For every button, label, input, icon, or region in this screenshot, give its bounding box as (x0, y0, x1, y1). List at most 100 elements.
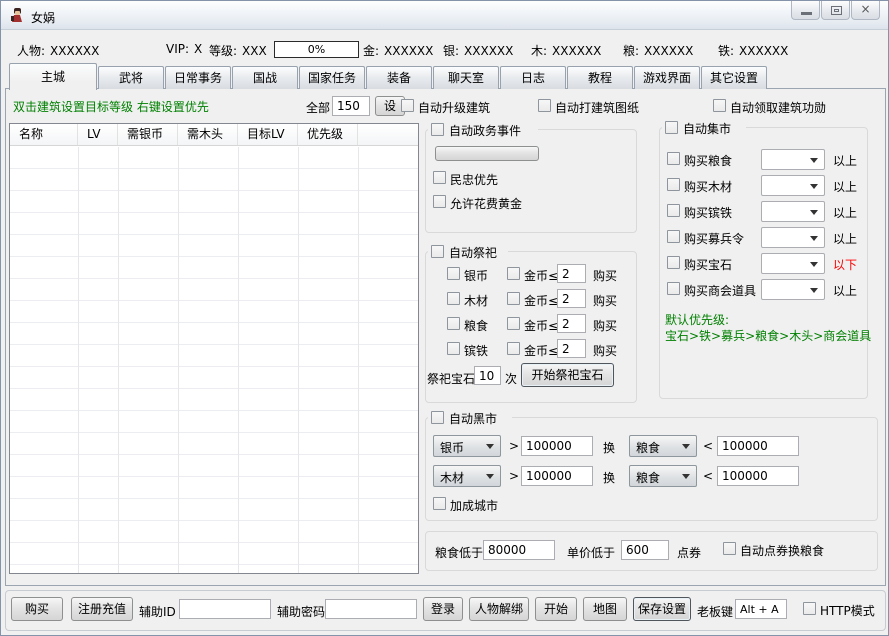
gov-events-label[interactable]: 自动政务事件 (449, 122, 521, 139)
give-resource-dropdown[interactable]: 木材 (433, 465, 501, 487)
buy-wood-price-dropdown[interactable] (761, 175, 825, 196)
tab-game-view[interactable]: 游戏界面 (634, 66, 700, 89)
col-target-lv[interactable]: 目标LV (238, 124, 298, 145)
auto-blueprint-checkbox[interactable] (538, 99, 551, 112)
col-need-wood[interactable]: 需木头 (178, 124, 238, 145)
sacrifice-wood-checkbox[interactable] (447, 292, 460, 305)
buy-food-checkbox[interactable] (667, 152, 680, 165)
auto-merit-label[interactable]: 自动领取建筑功勋 (730, 99, 826, 116)
col-lv[interactable]: LV (78, 124, 118, 145)
sacrifice-label[interactable]: 自动祭祀 (449, 244, 497, 261)
sacrifice-food-checkbox[interactable] (447, 317, 460, 330)
buy-wood-checkbox[interactable] (667, 178, 680, 191)
auto-market-checkbox[interactable] (665, 121, 678, 134)
tab-generals[interactable]: 武将 (98, 66, 164, 89)
buy-guild-item-price-dropdown[interactable] (761, 279, 825, 300)
tab-national-quests[interactable]: 国家任务 (299, 66, 365, 89)
tab-chat-room[interactable]: 聊天室 (433, 66, 499, 89)
sacrifice-iron-checkbox[interactable] (447, 342, 460, 355)
sacrifice-cond-checkbox[interactable] (507, 267, 520, 280)
aid-id-input[interactable] (179, 599, 271, 619)
buy-iron-checkbox[interactable] (667, 204, 680, 217)
tab-log[interactable]: 日志 (500, 66, 566, 89)
give-threshold-input[interactable] (521, 466, 593, 486)
tab-tutorial[interactable]: 教程 (567, 66, 633, 89)
black-market-checkbox[interactable] (431, 411, 444, 424)
give-threshold-input[interactable] (521, 436, 593, 456)
gov-event-button[interactable] (435, 146, 539, 161)
buy-gem-checkbox[interactable] (667, 256, 680, 269)
aid-password-input[interactable] (325, 599, 417, 619)
auto-merit-checkbox[interactable] (713, 99, 726, 112)
save-settings-button[interactable]: 保存设置 (633, 597, 691, 621)
col-priority[interactable]: 优先级 (298, 124, 358, 145)
auto-upgrade-checkbox[interactable] (401, 99, 414, 112)
start-button[interactable]: 开始 (535, 597, 577, 621)
sacrifice-res-label[interactable]: 银币 (464, 267, 488, 284)
buy-iron-price-dropdown[interactable] (761, 201, 825, 222)
allow-gold-label[interactable]: 允许花费黄金 (450, 195, 522, 212)
tab-national-war[interactable]: 国战 (232, 66, 298, 89)
auto-coupon-food-checkbox[interactable] (723, 542, 736, 555)
tab-other-settings[interactable]: 其它设置 (701, 66, 767, 89)
boss-key-input[interactable] (735, 599, 787, 619)
receive-threshold-input[interactable] (717, 466, 799, 486)
buy-guild-item-checkbox[interactable] (667, 282, 680, 295)
sacrifice-price-input[interactable] (557, 289, 586, 308)
target-level-input[interactable] (332, 96, 370, 116)
bonus-city-checkbox[interactable] (433, 497, 446, 510)
buy-food-label[interactable]: 购买粮食 (684, 152, 732, 169)
buy-button[interactable]: 购买 (11, 597, 63, 621)
black-market-label[interactable]: 自动黑市 (449, 410, 497, 427)
title-bar[interactable]: 女娲 × (1, 1, 888, 30)
auto-coupon-food-label[interactable]: 自动点券换粮食 (740, 542, 824, 559)
buy-recruit-checkbox[interactable] (667, 230, 680, 243)
buy-iron-label[interactable]: 购买镔铁 (684, 204, 732, 221)
col-name[interactable]: 名称 (10, 124, 78, 145)
sacrifice-cond-checkbox[interactable] (507, 342, 520, 355)
receive-threshold-input[interactable] (717, 436, 799, 456)
start-gem-sacrifice-button[interactable]: 开始祭祀宝石 (521, 363, 614, 387)
unbind-character-button[interactable]: 人物解绑 (469, 597, 529, 621)
register-recharge-button[interactable]: 注册充值 (71, 597, 133, 621)
tab-main-city[interactable]: 主城 (9, 63, 97, 90)
receive-resource-dropdown[interactable]: 粮食 (629, 465, 697, 487)
sacrifice-cond-label[interactable]: 金币≤ (524, 317, 558, 334)
food-below-input[interactable] (483, 540, 555, 560)
price-below-input[interactable] (621, 540, 669, 560)
http-mode-checkbox[interactable] (803, 602, 816, 615)
http-mode-label[interactable]: HTTP模式 (820, 602, 875, 619)
loyalty-first-checkbox[interactable] (433, 171, 446, 184)
tab-daily-tasks[interactable]: 日常事务 (165, 66, 231, 89)
allow-gold-checkbox[interactable] (433, 195, 446, 208)
sacrifice-silver-checkbox[interactable] (447, 267, 460, 280)
buy-recruit-price-dropdown[interactable] (761, 227, 825, 248)
sacrifice-price-input[interactable] (557, 314, 586, 333)
sacrifice-cond-label[interactable]: 金币≤ (524, 292, 558, 309)
map-button[interactable]: 地图 (583, 597, 627, 621)
sacrifice-cond-checkbox[interactable] (507, 317, 520, 330)
login-button[interactable]: 登录 (423, 597, 463, 621)
building-table-body[interactable] (10, 147, 418, 573)
tab-equipment[interactable]: 装备 (366, 66, 432, 89)
buy-wood-label[interactable]: 购买木材 (684, 178, 732, 195)
sacrifice-res-label[interactable]: 镔铁 (464, 342, 488, 359)
auto-market-label[interactable]: 自动集市 (683, 120, 731, 137)
buy-recruit-label[interactable]: 购买募兵令 (684, 230, 744, 247)
sacrifice-cond-label[interactable]: 金币≤ (524, 267, 558, 284)
sacrifice-price-input[interactable] (557, 264, 586, 283)
loyalty-first-label[interactable]: 民忠优先 (450, 171, 498, 188)
minimize-button[interactable] (791, 1, 820, 20)
col-need-silver[interactable]: 需银币 (118, 124, 178, 145)
give-resource-dropdown[interactable]: 银币 (433, 435, 501, 457)
buy-gem-label[interactable]: 购买宝石 (684, 256, 732, 273)
bonus-city-label[interactable]: 加成城市 (450, 497, 498, 514)
sacrifice-res-label[interactable]: 木材 (464, 292, 488, 309)
close-button[interactable]: × (851, 1, 880, 20)
gov-events-checkbox[interactable] (431, 123, 444, 136)
receive-resource-dropdown[interactable]: 粮食 (629, 435, 697, 457)
sacrifice-cond-checkbox[interactable] (507, 292, 520, 305)
sacrifice-res-label[interactable]: 粮食 (464, 317, 488, 334)
auto-blueprint-label[interactable]: 自动打建筑图纸 (555, 99, 639, 116)
auto-upgrade-label[interactable]: 自动升级建筑 (418, 99, 490, 116)
